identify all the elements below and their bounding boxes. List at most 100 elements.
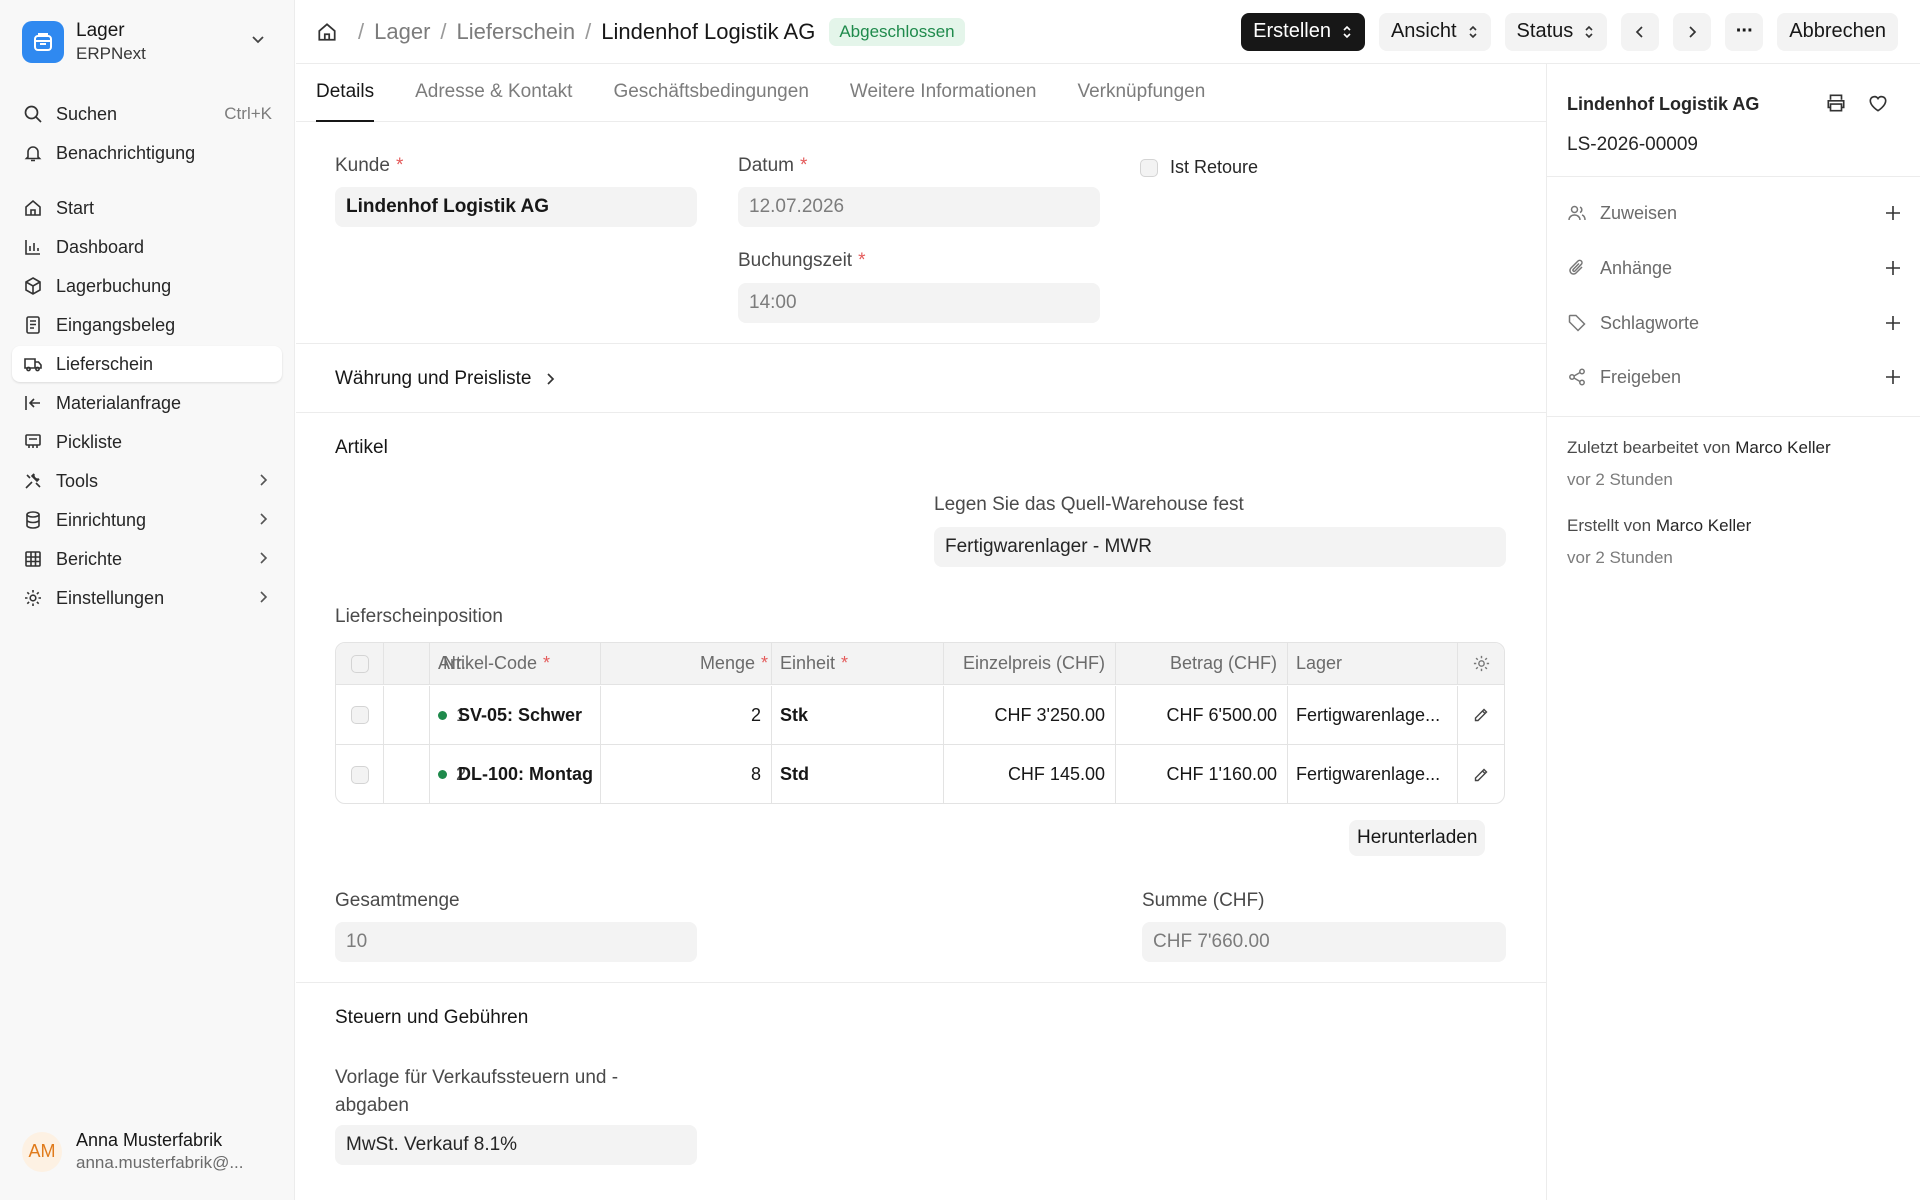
tag-icon bbox=[1567, 313, 1589, 333]
sort-icon bbox=[1583, 25, 1595, 39]
status-dot bbox=[438, 770, 447, 779]
row-checkbox[interactable] bbox=[350, 706, 369, 724]
app-subtitle: ERPNext bbox=[76, 44, 146, 64]
bell-icon bbox=[22, 142, 44, 164]
sidebar-item-label: Materialanfrage bbox=[56, 392, 182, 413]
source-warehouse-label: Legen Sie das Quell-Warehouse fest bbox=[934, 494, 1244, 515]
select-all-checkbox[interactable] bbox=[350, 654, 369, 673]
rate-cell[interactable]: CHF 145.00 bbox=[943, 745, 1115, 803]
sidebar-item-start[interactable]: Start bbox=[12, 190, 282, 226]
creator-name[interactable]: Marco Keller bbox=[1656, 516, 1751, 535]
form-body: Kunde * Lindenhof Logistik AG Datum * 12.0… bbox=[296, 122, 1546, 1200]
sidebar: Lager ERPNext Suchen Ctrl+K Benachrichti… bbox=[0, 0, 295, 1200]
sidebar-item-label: Start bbox=[56, 197, 95, 218]
view-button[interactable]: Ansicht bbox=[1378, 12, 1491, 51]
app-switcher[interactable]: Lager ERPNext bbox=[22, 18, 274, 66]
tab-more-info[interactable]: Weitere Informationen bbox=[850, 63, 1037, 121]
sidebar-search[interactable]: Suchen Ctrl+K bbox=[12, 96, 282, 132]
chevron-right-icon bbox=[256, 471, 270, 492]
sidebar-item-label: Dashboard bbox=[56, 236, 145, 257]
sidebar-item-berichte[interactable]: Berichte bbox=[12, 541, 282, 577]
previous-button[interactable] bbox=[1621, 12, 1660, 51]
form-tabs: Details Adresse & Kontakt Geschäftsbedin… bbox=[296, 64, 1546, 122]
edit-row-button[interactable] bbox=[1457, 686, 1504, 744]
is-return-label: Ist Retoure bbox=[1170, 157, 1259, 177]
printer-icon[interactable] bbox=[1825, 92, 1847, 120]
tab-terms[interactable]: Geschäftsbedingungen bbox=[613, 63, 808, 121]
row-checkbox[interactable] bbox=[350, 765, 369, 784]
sidebar-notifications[interactable]: Benachrichtigung bbox=[12, 135, 282, 171]
item-code-cell[interactable]: SV-05: Schwer bbox=[429, 686, 600, 744]
date-field[interactable]: 12.07.2026 bbox=[738, 187, 1100, 227]
sidebar-item-lieferschein[interactable]: Lieferschein bbox=[12, 346, 282, 382]
sidebar-item-tools[interactable]: Tools bbox=[12, 463, 282, 499]
sidebar-item-einstellungen[interactable]: Einstellungen bbox=[12, 580, 282, 616]
breadcrumb-lieferschein[interactable]: Lieferschein bbox=[457, 19, 576, 45]
home-icon bbox=[22, 197, 44, 219]
edit-row-button[interactable] bbox=[1457, 745, 1504, 803]
tax-template-field[interactable]: MwSt. Verkauf 8.1% bbox=[335, 1125, 697, 1165]
cancel-label: Abbrechen bbox=[1789, 20, 1886, 42]
tax-template-label: Vorlage für Verkaufssteuern und - abgabe… bbox=[335, 1067, 619, 1116]
qty-cell[interactable]: 2 bbox=[600, 686, 771, 744]
create-label: Erstellen bbox=[1253, 20, 1331, 42]
table-row[interactable]: 1 SV-05: Schwer 2 Stk CHF 3'250.00 CHF 6… bbox=[336, 686, 1504, 745]
sidebar-item-einrichtung[interactable]: Einrichtung bbox=[12, 502, 282, 538]
sidebar-item-materialanfrage[interactable]: Materialanfrage bbox=[12, 385, 282, 421]
is-return-checkbox[interactable] bbox=[1140, 159, 1158, 177]
table-row[interactable]: 2 DL-100: Montag 8 Std CHF 145.00 CHF 1'… bbox=[336, 745, 1504, 803]
rate-cell[interactable]: CHF 3'250.00 bbox=[943, 686, 1115, 744]
currency-section-title: Währung und Preisliste bbox=[335, 368, 532, 389]
cancel-button[interactable]: Abbrechen bbox=[1777, 12, 1898, 51]
users-icon bbox=[1567, 203, 1589, 223]
plus-icon[interactable] bbox=[1884, 204, 1902, 222]
create-button[interactable]: Erstellen bbox=[1241, 12, 1365, 51]
search-icon bbox=[22, 103, 44, 125]
plus-icon[interactable] bbox=[1884, 314, 1902, 332]
warehouse-cell[interactable]: Fertigwarenlage... bbox=[1287, 686, 1457, 744]
date-label: Datum * bbox=[738, 155, 808, 176]
chevron-down-icon bbox=[250, 31, 266, 53]
home-icon[interactable] bbox=[316, 21, 338, 43]
assign-action[interactable]: Zuweisen bbox=[1567, 198, 1902, 228]
tab-details[interactable]: Details bbox=[316, 63, 375, 122]
editor-name[interactable]: Marco Keller bbox=[1735, 438, 1830, 457]
download-button[interactable]: Herunterladen bbox=[1349, 820, 1486, 856]
warehouse-cell[interactable]: Fertigwarenlage... bbox=[1287, 745, 1457, 803]
share-action[interactable]: Freigeben bbox=[1567, 362, 1902, 392]
heart-icon[interactable] bbox=[1867, 92, 1889, 120]
sidebar-item-label: Tools bbox=[56, 470, 99, 491]
tags-label: Schlagworte bbox=[1600, 312, 1700, 333]
created-text: Erstellt von Marco Keller bbox=[1567, 516, 1752, 535]
source-warehouse-field[interactable]: Fertigwarenlager - MWR bbox=[934, 527, 1506, 567]
breadcrumb-lager[interactable]: Lager bbox=[374, 19, 430, 45]
tab-address-contact[interactable]: Adresse & Kontakt bbox=[415, 63, 572, 121]
sidebar-item-label: Pickliste bbox=[56, 431, 123, 452]
customer-field[interactable]: Lindenhof Logistik AG bbox=[335, 187, 697, 227]
notifications-label: Benachrichtigung bbox=[56, 142, 196, 163]
search-shortcut: Ctrl+K bbox=[224, 104, 272, 123]
uom-cell[interactable]: Stk bbox=[771, 686, 943, 744]
plus-icon[interactable] bbox=[1884, 368, 1902, 386]
tags-action[interactable]: Schlagworte bbox=[1567, 308, 1902, 338]
posting-time-field[interactable]: 14:00 bbox=[738, 283, 1100, 323]
column-settings-button[interactable] bbox=[1457, 643, 1504, 684]
paperclip-icon bbox=[1567, 258, 1589, 278]
plus-icon[interactable] bbox=[1884, 259, 1902, 277]
sidebar-item-dashboard[interactable]: Dashboard bbox=[12, 229, 282, 265]
uom-cell[interactable]: Std bbox=[771, 745, 943, 803]
panel-divider bbox=[1547, 416, 1920, 417]
currency-section-toggle[interactable]: Währung und Preisliste bbox=[335, 368, 557, 390]
tab-connections[interactable]: Verknüpfungen bbox=[1077, 63, 1205, 121]
sidebar-item-eingangsbeleg[interactable]: Eingangsbeleg bbox=[12, 307, 282, 343]
next-button[interactable] bbox=[1673, 12, 1712, 51]
item-code-cell[interactable]: DL-100: Montag bbox=[429, 745, 600, 803]
sidebar-item-lagerbuchung[interactable]: Lagerbuchung bbox=[12, 268, 282, 304]
sidebar-item-pickliste[interactable]: Pickliste bbox=[12, 424, 282, 460]
amount-cell: CHF 6'500.00 bbox=[1166, 704, 1278, 725]
qty-cell[interactable]: 8 bbox=[600, 745, 771, 803]
user-menu[interactable]: AM Anna Musterfabrik anna.musterfabrik@.… bbox=[22, 1128, 282, 1175]
attachments-action[interactable]: Anhänge bbox=[1567, 253, 1902, 283]
status-button[interactable]: Status bbox=[1504, 12, 1608, 51]
more-button[interactable]: ··· bbox=[1725, 12, 1764, 51]
